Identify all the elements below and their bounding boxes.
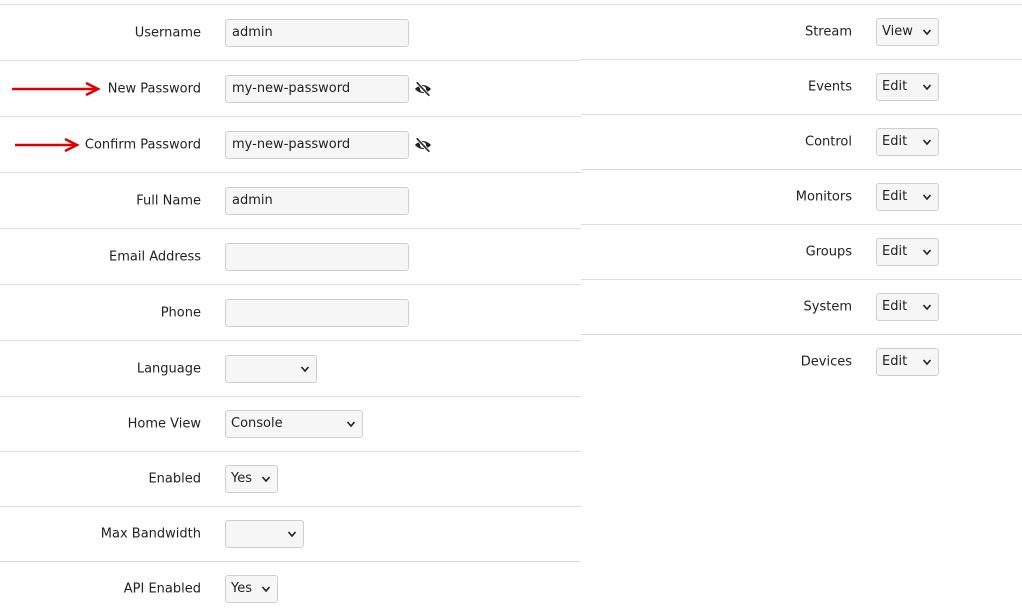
chevron-down-icon <box>922 359 932 366</box>
new-password-input[interactable]: my-new-password <box>225 74 409 103</box>
permission-label: Monitors <box>795 189 852 205</box>
phone-label: Phone <box>160 305 201 320</box>
username-row: Username admin <box>0 4 581 60</box>
permission-value: Edit <box>882 134 908 149</box>
full-name-label: Full Name <box>136 193 201 208</box>
api-enabled-select[interactable]: Yes <box>225 575 278 603</box>
permission-row-monitors: Monitors Edit <box>581 169 1022 224</box>
email-input[interactable] <box>225 242 409 271</box>
chevron-down-icon <box>287 531 297 538</box>
permission-label: Stream <box>804 24 852 40</box>
permission-label: System <box>803 299 852 315</box>
permission-select-events[interactable]: Edit <box>876 73 939 101</box>
red-arrow-annotation <box>12 81 101 96</box>
enabled-row: Enabled Yes <box>0 451 581 506</box>
permission-label: Groups <box>805 244 852 260</box>
home-view-select[interactable]: Console <box>225 410 363 438</box>
api-enabled-value: Yes <box>231 581 252 596</box>
new-password-label: New Password <box>107 81 201 96</box>
chevron-down-icon <box>346 421 356 428</box>
language-select[interactable] <box>225 354 317 383</box>
chevron-down-icon <box>300 365 310 372</box>
home-view-row: Home View Console <box>0 396 581 451</box>
permission-value: Edit <box>882 189 908 204</box>
permission-row-control: Control Edit <box>581 114 1022 169</box>
username-input[interactable]: admin <box>225 18 409 47</box>
language-row: Language <box>0 340 581 396</box>
full-name-input[interactable]: admin <box>225 186 409 215</box>
permission-value: Edit <box>882 244 908 259</box>
permission-label: Devices <box>800 354 852 370</box>
permissions-table: Stream View Events Edit Control Edit Mon… <box>581 4 1022 389</box>
permission-select-control[interactable]: Edit <box>876 128 939 156</box>
chevron-down-icon <box>922 249 932 256</box>
enabled-label: Enabled <box>148 471 201 487</box>
api-enabled-label: API Enabled <box>123 581 201 597</box>
chevron-down-icon <box>261 476 271 483</box>
permission-label: Control <box>805 134 852 150</box>
enabled-value: Yes <box>231 471 252 486</box>
permission-row-stream: Stream View <box>581 4 1022 59</box>
permission-select-stream[interactable]: View <box>876 18 939 46</box>
red-arrow-annotation <box>15 137 80 152</box>
username-label: Username <box>134 25 201 40</box>
permission-select-groups[interactable]: Edit <box>876 238 939 266</box>
max-bandwidth-label: Max Bandwidth <box>100 526 201 542</box>
permission-value: Edit <box>882 299 908 314</box>
permission-row-system: System Edit <box>581 279 1022 334</box>
permission-value: Edit <box>882 354 908 369</box>
max-bandwidth-select[interactable] <box>225 520 304 548</box>
full-name-row: Full Name admin <box>0 172 581 228</box>
user-form: Username admin New Password my-new-passw… <box>0 4 581 616</box>
chevron-down-icon <box>261 586 271 593</box>
permission-value: Edit <box>882 79 908 94</box>
phone-input[interactable] <box>225 298 409 327</box>
permission-select-devices[interactable]: Edit <box>876 348 939 376</box>
eye-slash-icon[interactable] <box>414 80 432 98</box>
confirm-password-label: Confirm Password <box>84 137 201 152</box>
permission-label: Events <box>807 79 852 95</box>
permission-select-monitors[interactable]: Edit <box>876 183 939 211</box>
chevron-down-icon <box>922 84 932 91</box>
home-view-label: Home View <box>127 416 201 432</box>
api-enabled-row: API Enabled Yes <box>0 561 581 616</box>
permission-row-events: Events Edit <box>581 59 1022 114</box>
permission-value: View <box>882 24 913 39</box>
chevron-down-icon <box>922 194 932 201</box>
chevron-down-icon <box>922 304 932 311</box>
permission-row-devices: Devices Edit <box>581 334 1022 389</box>
confirm-password-input[interactable]: my-new-password <box>225 130 409 159</box>
home-view-value: Console <box>231 416 283 431</box>
confirm-password-row: Confirm Password my-new-password <box>0 116 581 172</box>
language-label: Language <box>136 361 201 376</box>
email-label: Email Address <box>109 249 201 264</box>
permission-select-system[interactable]: Edit <box>876 293 939 321</box>
permission-row-groups: Groups Edit <box>581 224 1022 279</box>
max-bandwidth-row: Max Bandwidth <box>0 506 581 561</box>
eye-slash-icon[interactable] <box>414 136 432 154</box>
chevron-down-icon <box>922 139 932 146</box>
enabled-select[interactable]: Yes <box>225 465 278 493</box>
chevron-down-icon <box>922 29 932 36</box>
phone-row: Phone <box>0 284 581 340</box>
email-row: Email Address <box>0 228 581 284</box>
new-password-row: New Password my-new-password <box>0 60 581 116</box>
